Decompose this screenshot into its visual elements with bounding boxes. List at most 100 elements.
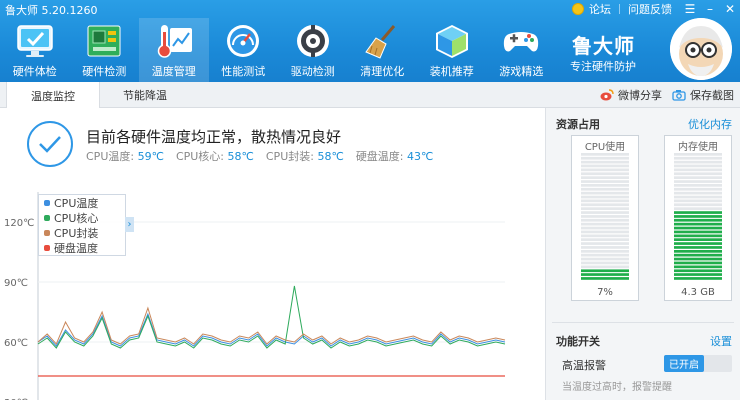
legend-item-cpu-core: CPU核心 (39, 210, 125, 225)
circuit-board-icon (82, 21, 126, 61)
weibo-share-button[interactable]: 微博分享 (600, 87, 662, 103)
meter-segment-filled (674, 265, 722, 269)
legend-collapse-button[interactable]: › (125, 217, 134, 232)
meter-segment-filled (674, 238, 722, 241)
high-temp-alarm-row: 高温报警 已开启 (562, 354, 732, 374)
meter-segment-empty (674, 172, 722, 176)
tab-actions: 微博分享 保存截图 (590, 82, 734, 108)
titlebar: 鲁大师 5.20.1260 论坛 问题反馈 ☰ – ✕ (0, 0, 740, 18)
meter-segment-empty (581, 184, 629, 187)
temperature-summary: CPU温度: 59℃ CPU核心: 58℃ CPU封装: 58℃ 硬盘温度: 4… (86, 148, 445, 164)
right-panel: 资源占用 优化内存 CPU使用 7% 内存使用 4.3 GB 功能开关 设置 高… (545, 108, 740, 400)
meter-segment-empty (581, 211, 629, 214)
meter-segment-filled (674, 261, 722, 265)
meter-segment-empty (581, 203, 629, 207)
optimize-memory-link[interactable]: 优化内存 (688, 116, 732, 132)
save-screenshot-label: 保存截图 (690, 89, 734, 102)
camera-icon (672, 90, 686, 101)
nav-label: 性能测试 (221, 65, 266, 78)
nav-label: 装机推荐 (429, 65, 474, 78)
save-screenshot-button[interactable]: 保存截图 (672, 87, 734, 103)
meter-segment-empty (581, 207, 629, 210)
meter-segment-empty (581, 222, 629, 226)
nav-item-hardware-detect[interactable]: 硬件检测 (70, 18, 140, 82)
temp-label: 硬盘温度: (355, 150, 404, 163)
minimize-icon[interactable]: – (700, 0, 720, 18)
meter-segment-empty (581, 253, 629, 257)
temp-cpu-package: CPU封装: 58℃ (266, 148, 344, 164)
meter-segment-empty (581, 242, 629, 245)
nav-item-recommend[interactable]: 装机推荐 (417, 18, 487, 82)
meter-segment-filled (674, 230, 722, 234)
meter-segment-empty (674, 153, 722, 156)
switch-description: 当温度过高时，报警提醒 (562, 382, 672, 393)
feedback-link[interactable]: 问题反馈 (628, 1, 672, 17)
gear-disc-icon (291, 21, 335, 61)
meter-segment-empty (581, 261, 629, 265)
meter-segment-empty (581, 246, 629, 249)
meter-segment-filled (674, 269, 722, 273)
meter-segment-empty (581, 164, 629, 168)
close-icon[interactable]: ✕ (720, 0, 740, 18)
meter-segment-filled (674, 222, 722, 226)
temp-value: 43℃ (407, 150, 434, 163)
meter-segment-empty (581, 226, 629, 230)
nav-label: 驱动检测 (290, 65, 335, 78)
meter-segment-filled (674, 242, 722, 245)
menu-icon[interactable]: ☰ (680, 0, 700, 18)
temp-value: 58℃ (227, 150, 254, 163)
meter-segment-filled (674, 218, 722, 222)
meter-value: 4.3 GB (681, 287, 715, 298)
temp-cpu: CPU温度: 59℃ (86, 148, 164, 164)
legend-label: CPU温度 (54, 196, 99, 210)
meter-segment-empty (581, 191, 629, 195)
meter-segment-filled (674, 277, 722, 280)
tabbar: 温度监控 节能降温 微博分享 保存截图 (0, 82, 740, 109)
cube-icon (430, 21, 474, 61)
meter-segment-empty (581, 168, 629, 172)
meter-segment-empty (581, 156, 629, 160)
legend-item-cpu-package: CPU封装 (39, 225, 125, 240)
y-tick-label: 60℃ (4, 338, 28, 349)
meter-segment-empty (581, 230, 629, 234)
high-temp-alarm-toggle[interactable]: 已开启 (664, 355, 732, 372)
brand-name: 鲁大师 (572, 34, 635, 58)
meter-segment-empty (581, 265, 629, 269)
series-line-2 (37, 306, 506, 345)
coin-icon[interactable] (572, 3, 584, 15)
legend-label: CPU核心 (54, 211, 99, 225)
forum-link[interactable]: 论坛 (589, 1, 611, 17)
meter-segment-empty (581, 250, 629, 253)
meter-segment-filled (674, 234, 722, 238)
nav-item-performance[interactable]: 性能测试 (209, 18, 279, 82)
check-circle-icon (26, 120, 74, 168)
meter-segment-empty (581, 153, 629, 156)
divider (619, 4, 620, 14)
meter-segment-empty (581, 234, 629, 238)
nav-item-driver[interactable]: 驱动检测 (278, 18, 348, 82)
temp-cpu-core: CPU核心: 58℃ (176, 148, 254, 164)
meter-segment-empty (581, 176, 629, 179)
nav-item-temperature[interactable]: 温度管理 (139, 18, 209, 82)
tab-temperature-monitor[interactable]: 温度监控 (6, 82, 100, 109)
meter-segment-filled (674, 273, 722, 276)
meter-segment-empty (581, 257, 629, 261)
meter-segment-empty (674, 195, 722, 199)
titlebar-controls: 论坛 问题反馈 ☰ – ✕ (572, 0, 740, 18)
brand-slogan: 专注硬件防护 (570, 60, 636, 73)
meter-segment-empty (581, 160, 629, 164)
nav-item-cleanup[interactable]: 清理优化 (348, 18, 418, 82)
meter-segment-empty (674, 156, 722, 160)
memory-usage-bars (674, 153, 722, 280)
nav-item-hardware-check[interactable]: 硬件体检 (0, 18, 70, 82)
meter-segment-empty (581, 218, 629, 222)
mascot-avatar[interactable] (670, 18, 732, 80)
tab-energy-saving[interactable]: 节能降温 (98, 82, 192, 108)
brand: 鲁大师 专注硬件防护 (512, 18, 732, 82)
meter-segment-filled (581, 269, 629, 273)
meter-segment-empty (674, 199, 722, 203)
meter-segment-filled (674, 215, 722, 218)
thermometer-chart-icon (152, 21, 196, 61)
settings-link[interactable]: 设置 (710, 333, 732, 349)
toggle-state: 已开启 (664, 355, 704, 372)
